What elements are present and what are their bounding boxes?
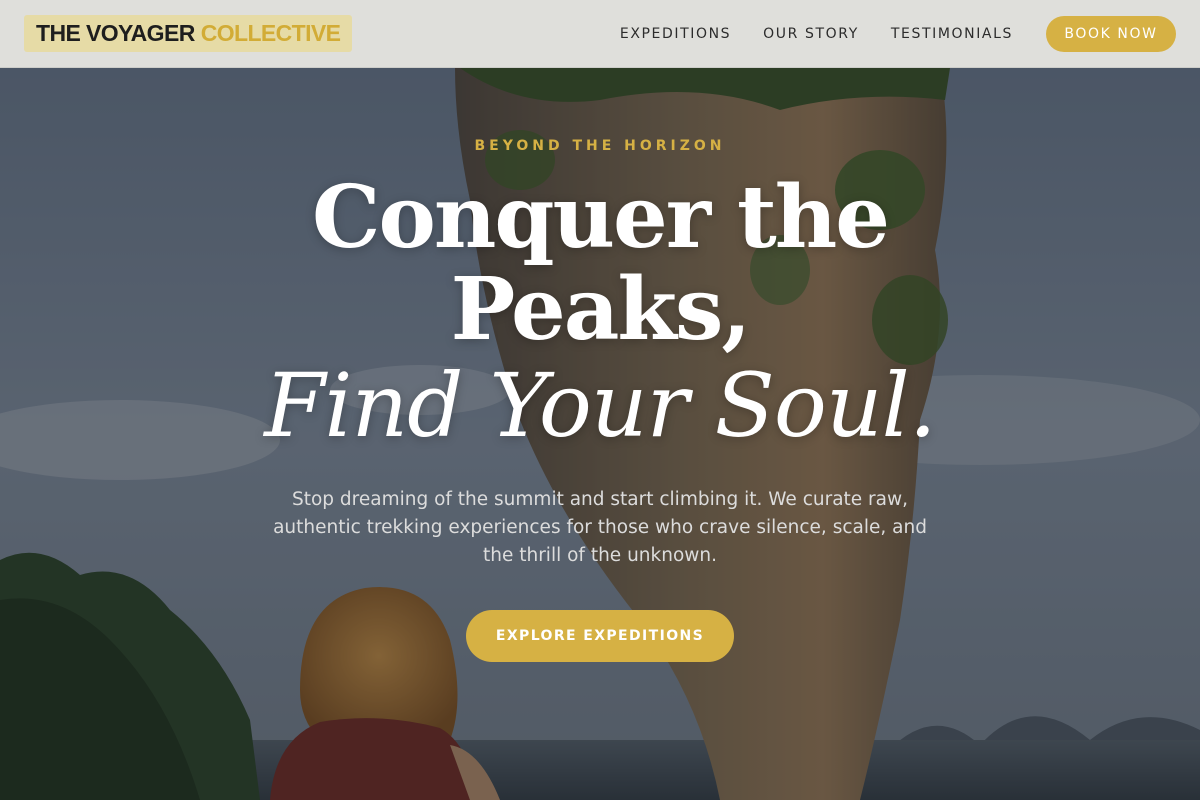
main-nav: EXPEDITIONS OUR STORY TESTIMONIALS BOOK … (620, 15, 1176, 52)
hero-eyebrow: BEYOND THE HORIZON (474, 138, 726, 154)
hero-title-line2: Peaks, (450, 259, 752, 360)
nav-link-expeditions[interactable]: EXPEDITIONS (620, 26, 731, 42)
hero-title-line1: Conquer the (312, 167, 890, 268)
brand-name-accent: COLLECTIVE (200, 20, 341, 46)
hero-content: BEYOND THE HORIZON Conquer the Peaks, Fi… (0, 68, 1200, 800)
brand-name-primary: THE VOYAGER (36, 20, 195, 46)
nav-link-our-story[interactable]: OUR STORY (763, 26, 859, 42)
navbar: THE VOYAGER COLLECTIVE EXPEDITIONS OUR S… (0, 0, 1200, 68)
hero-title: Conquer the Peaks, Find Your Soul. (0, 172, 1200, 454)
book-now-button[interactable]: BOOK NOW (1046, 15, 1176, 52)
explore-expeditions-button[interactable]: EXPLORE EXPEDITIONS (466, 610, 734, 662)
brand-logo[interactable]: THE VOYAGER COLLECTIVE (24, 15, 353, 52)
hero-subtitle: Stop dreaming of the summit and start cl… (273, 489, 927, 566)
nav-link-testimonials[interactable]: TESTIMONIALS (891, 26, 1013, 42)
hero-title-line3: Find Your Soul. (264, 354, 936, 457)
